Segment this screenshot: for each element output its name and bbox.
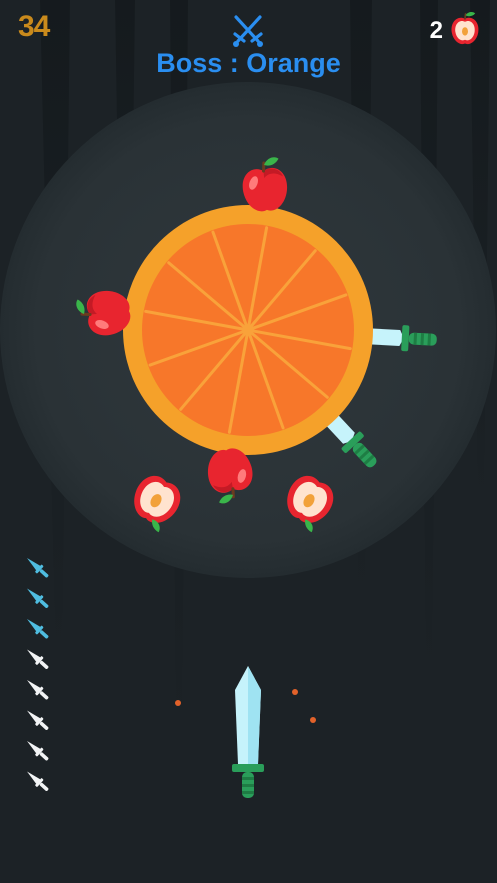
knife-available-icon xyxy=(23,706,52,733)
crossed-swords-icon xyxy=(233,15,263,47)
orange-boss-target[interactable] xyxy=(123,205,373,455)
boss-label: Boss : Orange xyxy=(156,48,341,78)
knives-remaining-indicator xyxy=(23,554,52,794)
knife-used-icon xyxy=(23,554,52,581)
score-counter: 34 xyxy=(18,10,50,43)
game-scene[interactable] xyxy=(0,0,497,883)
knife-used-icon xyxy=(23,584,52,611)
knife-available-icon xyxy=(23,645,52,672)
apple-count: 2 xyxy=(429,17,443,44)
player-knife[interactable] xyxy=(232,666,264,798)
knife-available-icon xyxy=(23,737,52,764)
knife-available-icon xyxy=(23,767,52,794)
apple-icon xyxy=(451,12,479,45)
knife-used-icon xyxy=(23,615,52,642)
knife-available-icon xyxy=(23,676,52,703)
